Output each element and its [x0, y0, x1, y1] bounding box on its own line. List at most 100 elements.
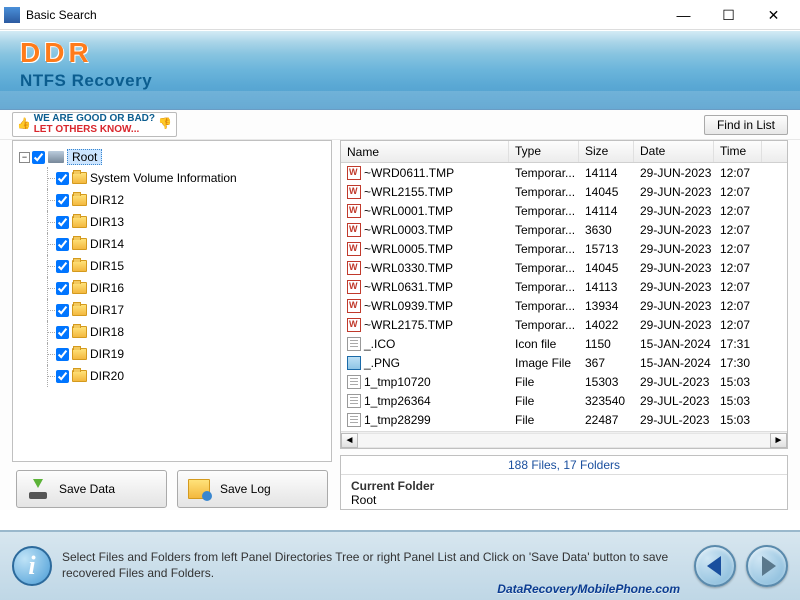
logo: DDR: [20, 37, 780, 69]
file-icon: [347, 166, 361, 180]
file-time: 17:31: [714, 337, 762, 351]
file-icon: [347, 375, 361, 389]
table-row[interactable]: ~WRL0005.TMPTemporar...1571329-JUN-20231…: [341, 239, 787, 258]
col-type[interactable]: Type: [509, 141, 579, 162]
table-row[interactable]: ~WRL2155.TMPTemporar...1404529-JUN-20231…: [341, 182, 787, 201]
tree-item[interactable]: System Volume Information: [47, 167, 329, 189]
folder-checkbox[interactable]: [56, 282, 69, 295]
file-size: 14045: [579, 185, 634, 199]
file-date: 29-JUN-2023: [634, 242, 714, 256]
tree-panel[interactable]: − Root System Volume Information DIR12 DIR…: [12, 140, 332, 462]
table-row[interactable]: ~WRL0631.TMPTemporar...1411329-JUN-20231…: [341, 277, 787, 296]
folder-checkbox[interactable]: [56, 238, 69, 251]
tree-item[interactable]: DIR17: [47, 299, 329, 321]
current-folder-value: Root: [351, 493, 777, 507]
file-type: Temporar...: [509, 204, 579, 218]
folder-checkbox[interactable]: [56, 304, 69, 317]
table-row[interactable]: ~WRL2175.TMPTemporar...1402229-JUN-20231…: [341, 315, 787, 334]
save-data-button[interactable]: Save Data: [16, 470, 167, 508]
tree-item[interactable]: DIR20: [47, 365, 329, 387]
table-row[interactable]: ~WRL0939.TMPTemporar...1393429-JUN-20231…: [341, 296, 787, 315]
window-title: Basic Search: [26, 8, 661, 22]
scroll-track[interactable]: [358, 433, 770, 448]
find-in-list-button[interactable]: Find in List: [704, 115, 788, 135]
file-name: ~WRL0003.TMP: [364, 223, 453, 237]
table-row[interactable]: 1_tmp28299File2248729-JUL-202315:03: [341, 410, 787, 429]
table-row[interactable]: 1_tmp10720File1530329-JUL-202315:03: [341, 372, 787, 391]
expand-icon[interactable]: −: [19, 152, 30, 163]
minimize-button[interactable]: —: [661, 1, 706, 29]
file-time: 15:03: [714, 394, 762, 408]
folder-label: DIR17: [90, 303, 124, 317]
forward-button[interactable]: [746, 545, 788, 587]
folder-checkbox[interactable]: [56, 172, 69, 185]
file-list-panel: Name Type Size Date Time ~WRD0611.TMPTem…: [340, 140, 788, 449]
folder-label: DIR18: [90, 325, 124, 339]
folder-checkbox[interactable]: [56, 216, 69, 229]
table-row[interactable]: ~WRL0330.TMPTemporar...1404529-JUN-20231…: [341, 258, 787, 277]
back-button[interactable]: [694, 545, 736, 587]
tree-item[interactable]: DIR12: [47, 189, 329, 211]
tree-item[interactable]: DIR19: [47, 343, 329, 365]
horizontal-scrollbar[interactable]: ◄ ►: [341, 431, 787, 448]
file-name: ~WRL0631.TMP: [364, 280, 453, 294]
folder-checkbox[interactable]: [56, 370, 69, 383]
file-name: ~WRL0005.TMP: [364, 242, 453, 256]
tree-item[interactable]: DIR15: [47, 255, 329, 277]
table-row[interactable]: _.ICOIcon file115015-JAN-202417:31: [341, 334, 787, 353]
col-size[interactable]: Size: [579, 141, 634, 162]
file-date: 29-JUN-2023: [634, 318, 714, 332]
col-time[interactable]: Time: [714, 141, 762, 162]
close-button[interactable]: ✕: [751, 1, 796, 29]
main-content: − Root System Volume Information DIR12 DIR…: [0, 140, 800, 510]
file-icon: [347, 261, 361, 275]
thumbs-up-icon: 👍: [17, 119, 31, 131]
banner: DDR NTFS Recovery: [0, 30, 800, 110]
col-date[interactable]: Date: [634, 141, 714, 162]
root-checkbox[interactable]: [32, 151, 45, 164]
table-row[interactable]: 1_tmp26364File32354029-JUL-202315:03: [341, 391, 787, 410]
table-row[interactable]: _.PNGImage File36715-JAN-202417:30: [341, 353, 787, 372]
scroll-right-button[interactable]: ►: [770, 433, 787, 448]
file-icon: [347, 318, 361, 332]
folder-label: DIR13: [90, 215, 124, 229]
maximize-button[interactable]: ☐: [706, 1, 751, 29]
folder-checkbox[interactable]: [56, 326, 69, 339]
list-header[interactable]: Name Type Size Date Time: [341, 141, 787, 163]
tree-root[interactable]: − Root: [19, 147, 329, 167]
file-type: Temporar...: [509, 318, 579, 332]
file-size: 14022: [579, 318, 634, 332]
list-body[interactable]: ~WRD0611.TMPTemporar...1411429-JUN-20231…: [341, 163, 787, 431]
table-row[interactable]: ~WRL0001.TMPTemporar...1411429-JUN-20231…: [341, 201, 787, 220]
file-date: 29-JUN-2023: [634, 299, 714, 313]
file-type: Temporar...: [509, 223, 579, 237]
file-type: Temporar...: [509, 166, 579, 180]
file-date: 29-JUN-2023: [634, 261, 714, 275]
scroll-left-button[interactable]: ◄: [341, 433, 358, 448]
file-time: 12:07: [714, 223, 762, 237]
folder-label: DIR14: [90, 237, 124, 251]
folder-checkbox[interactable]: [56, 260, 69, 273]
col-name[interactable]: Name: [341, 141, 509, 162]
table-row[interactable]: ~WRD0611.TMPTemporar...1411429-JUN-20231…: [341, 163, 787, 182]
tree-item[interactable]: DIR14: [47, 233, 329, 255]
folder-checkbox[interactable]: [56, 348, 69, 361]
root-label[interactable]: Root: [67, 149, 102, 165]
save-log-button[interactable]: Save Log: [177, 470, 328, 508]
tree-item[interactable]: DIR16: [47, 277, 329, 299]
table-row[interactable]: ~WRL0003.TMPTemporar...363029-JUN-202312…: [341, 220, 787, 239]
folder-label: System Volume Information: [90, 171, 237, 185]
folder-checkbox[interactable]: [56, 194, 69, 207]
promo-banner[interactable]: 👍 WE ARE GOOD OR BAD? LET OTHERS KNOW...…: [12, 112, 177, 137]
info-icon: i: [12, 546, 52, 586]
tree-item[interactable]: DIR18: [47, 321, 329, 343]
save-log-label: Save Log: [220, 482, 271, 496]
file-size: 22487: [579, 413, 634, 427]
file-date: 29-JUL-2023: [634, 394, 714, 408]
file-size: 14045: [579, 261, 634, 275]
file-icon: [347, 394, 361, 408]
folder-icon: [72, 282, 87, 294]
folder-icon: [72, 172, 87, 184]
toolbar: 👍 WE ARE GOOD OR BAD? LET OTHERS KNOW...…: [0, 110, 800, 140]
tree-item[interactable]: DIR13: [47, 211, 329, 233]
